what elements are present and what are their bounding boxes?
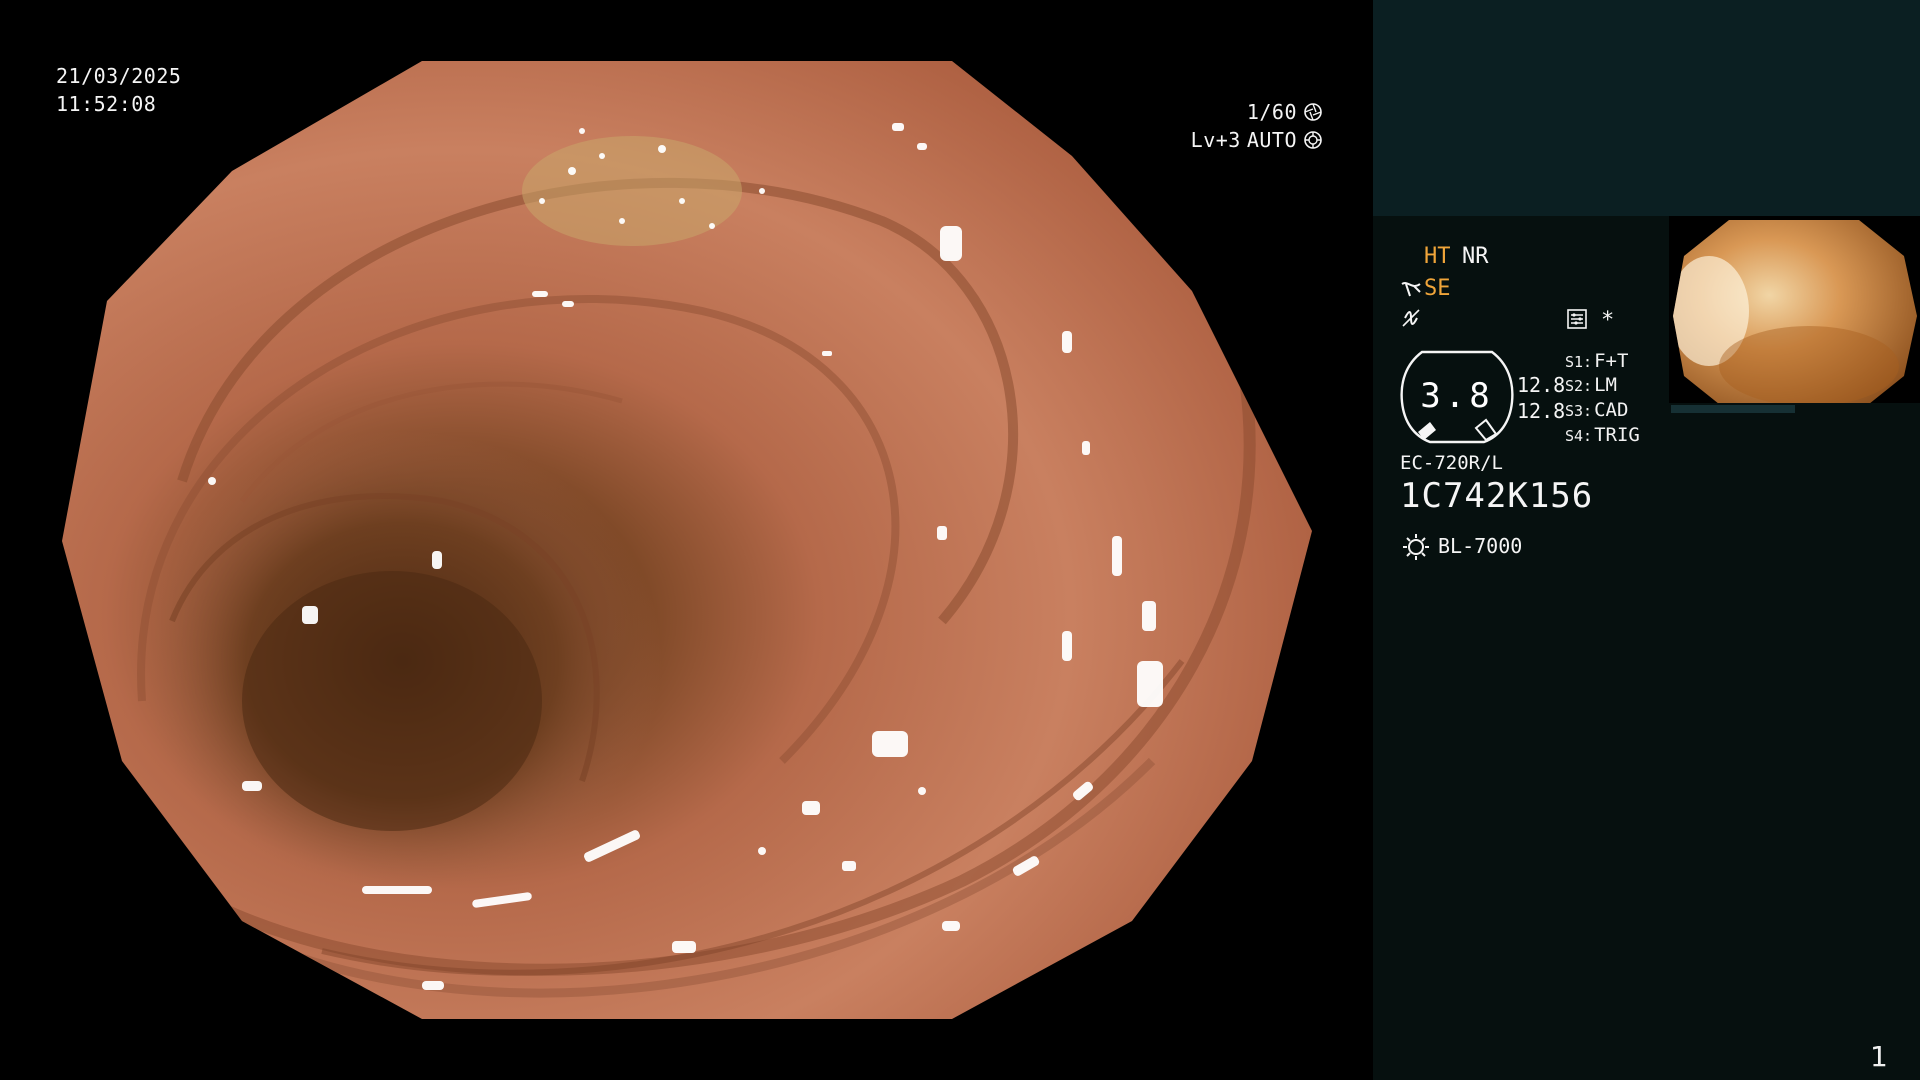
measurement-bottom: 12.8 bbox=[1517, 399, 1566, 423]
gauge-value: 3.8 bbox=[1420, 376, 1494, 416]
date-text: 21/03/2025 bbox=[56, 64, 182, 88]
thumbnail-image bbox=[1669, 216, 1920, 414]
slot-value: LM bbox=[1594, 374, 1617, 396]
exposure-overlay: 1/60 Lv+3 AUTO bbox=[1191, 98, 1323, 154]
slot-key: S1: bbox=[1565, 353, 1593, 371]
mode-ht-label: HT bbox=[1424, 244, 1451, 269]
page-number: 1 bbox=[1870, 1040, 1888, 1073]
slot-value: TRIG bbox=[1594, 424, 1640, 446]
switch-slot-2: S2: LM bbox=[1565, 373, 1617, 398]
function-icon bbox=[1402, 309, 1420, 327]
datetime-overlay: 21/03/2025 11:52:08 bbox=[56, 62, 181, 118]
slot-value: F+T bbox=[1594, 350, 1629, 372]
panel-header-area bbox=[1373, 0, 1920, 216]
thumbnail-strip bbox=[1671, 405, 1795, 413]
endoscope-viewport: 21/03/2025 11:52:08 1/60 Lv+3 AUTO bbox=[0, 0, 1373, 1080]
time-text: 11:52:08 bbox=[56, 92, 157, 116]
measurement-top: 12.8 bbox=[1517, 373, 1566, 397]
asterisk-indicator: * bbox=[1601, 308, 1615, 333]
scope-model-text: EC-720R/L bbox=[1400, 452, 1503, 474]
slot-key: S2: bbox=[1565, 377, 1593, 395]
picture-in-picture-thumbnail[interactable] bbox=[1669, 216, 1920, 414]
brightness-level-text: Lv+3 bbox=[1190, 128, 1241, 152]
aperture-icon bbox=[1304, 103, 1322, 121]
mode-se-label: SE bbox=[1424, 276, 1451, 301]
settings-list-icon bbox=[1567, 309, 1587, 329]
light-source-icon bbox=[1403, 534, 1429, 560]
iris-icon bbox=[1304, 131, 1322, 149]
shutter-speed-text: 1/60 bbox=[1246, 100, 1297, 124]
switch-slot-3: S3: CAD bbox=[1565, 398, 1628, 423]
switch-slot-1: S1: F+T bbox=[1565, 349, 1628, 374]
slot-key: S4: bbox=[1565, 427, 1593, 445]
switch-slot-4: S4: TRIG bbox=[1565, 423, 1640, 448]
exposure-mode-text: AUTO bbox=[1246, 128, 1297, 152]
thumbnail-status-bar bbox=[1669, 403, 1920, 415]
endoscopic-image bbox=[62, 61, 1312, 1019]
info-panel: HT NR SE * 3.8 12.8 12.8 S1: F+T S2: LM S3… bbox=[1373, 0, 1920, 1080]
slot-key: S3: bbox=[1565, 402, 1593, 420]
structure-enhancement-icon bbox=[1401, 282, 1421, 297]
mode-nr-label: NR bbox=[1462, 244, 1489, 269]
light-source-text: BL-7000 bbox=[1438, 534, 1523, 558]
scope-serial-text: 1C742K156 bbox=[1400, 476, 1594, 516]
slot-value: CAD bbox=[1594, 399, 1629, 421]
